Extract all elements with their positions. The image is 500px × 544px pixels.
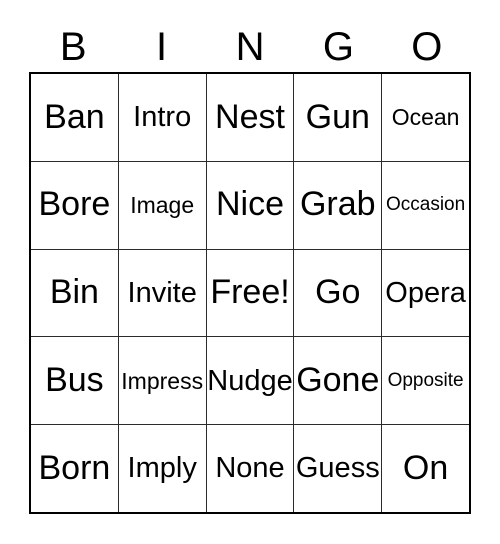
bingo-grid: Ban Intro Nest Gun Ocean Bore Image Nice…	[29, 72, 471, 514]
bingo-cell[interactable]: None	[206, 425, 295, 512]
bingo-cell-label: Image	[130, 192, 195, 219]
bingo-free-space-label: Free!	[210, 273, 290, 312]
bingo-cell-label: Occasion	[385, 194, 466, 216]
bingo-row: Born Imply None Guess On	[31, 425, 469, 512]
bingo-cell[interactable]: Imply	[118, 425, 207, 512]
bingo-cell-label: Nudge	[207, 364, 293, 397]
bingo-row: Bore Image Nice Grab Occasion	[31, 161, 469, 250]
bingo-header-letter-o: O	[411, 25, 443, 69]
bingo-cell-label: On	[402, 448, 449, 487]
bingo-cell[interactable]: Nice	[206, 161, 295, 249]
bingo-cell[interactable]: Invite	[118, 249, 207, 337]
bingo-cell-label: Ocean	[391, 104, 460, 131]
bingo-cell[interactable]: Bore	[31, 161, 119, 249]
bingo-cell-label: Opera	[385, 276, 466, 309]
bingo-cell-label: Imply	[127, 452, 197, 485]
bingo-cell-label: Guess	[295, 452, 380, 485]
bingo-cell[interactable]: On	[382, 425, 469, 512]
bingo-cell[interactable]: Ban	[31, 74, 119, 161]
bingo-cell[interactable]: Grab	[294, 161, 383, 249]
bingo-cell-label: Gone	[296, 360, 380, 399]
bingo-cell-label: Bin	[49, 273, 99, 312]
bingo-cell-label: Intro	[133, 101, 192, 134]
bingo-row: Bus Impress Nudge Gone Opposite	[31, 337, 469, 426]
bingo-cell[interactable]: Ocean	[382, 74, 469, 161]
bingo-row: Ban Intro Nest Gun Ocean	[31, 74, 469, 162]
bingo-cell-label: None	[215, 452, 285, 485]
bingo-cell-label: Grab	[299, 185, 376, 224]
bingo-header-letter-n: N	[235, 25, 265, 69]
bingo-cell-label: Impress	[121, 367, 204, 394]
bingo-cell[interactable]: Born	[31, 425, 119, 512]
bingo-cell-label: Nice	[215, 185, 284, 224]
bingo-card: B I N G O Ban Intro Nest Gun Ocean Bore …	[29, 22, 471, 514]
bingo-cell[interactable]: Occasion	[382, 161, 469, 249]
bingo-header-letter-g: G	[322, 25, 354, 69]
bingo-cell-label: Ban	[44, 97, 105, 136]
bingo-cell[interactable]: Intro	[118, 74, 207, 161]
bingo-cell[interactable]: Bin	[31, 249, 119, 337]
bingo-header-letter-i: I	[156, 25, 168, 69]
bingo-header-row: B I N G O	[29, 22, 471, 72]
bingo-cell[interactable]: Nudge	[206, 337, 295, 425]
bingo-cell[interactable]: Image	[118, 161, 207, 249]
bingo-cell[interactable]: Opposite	[382, 337, 469, 425]
bingo-cell[interactable]: Impress	[118, 337, 207, 425]
bingo-cell-free-space[interactable]: Free!	[206, 249, 295, 337]
bingo-cell-label: Bore	[38, 185, 111, 224]
bingo-cell[interactable]: Bus	[31, 337, 119, 425]
bingo-cell[interactable]: Gun	[294, 74, 383, 161]
bingo-cell[interactable]: Opera	[382, 249, 469, 337]
bingo-cell[interactable]: Go	[294, 249, 383, 337]
bingo-cell-label: Go	[315, 273, 361, 312]
bingo-header-letter-b: B	[59, 25, 87, 69]
bingo-cell-label: Bus	[45, 360, 104, 399]
bingo-cell[interactable]: Guess	[294, 425, 383, 512]
bingo-cell-label: Invite	[127, 276, 197, 309]
bingo-cell-label: Opposite	[387, 369, 464, 391]
bingo-cell-label: Born	[38, 448, 111, 487]
bingo-cell-label: Gun	[305, 97, 370, 136]
bingo-cell[interactable]: Gone	[294, 337, 383, 425]
bingo-cell[interactable]: Nest	[206, 74, 295, 161]
bingo-cell-label: Nest	[215, 97, 285, 136]
bingo-row: Bin Invite Free! Go Opera	[31, 249, 469, 338]
